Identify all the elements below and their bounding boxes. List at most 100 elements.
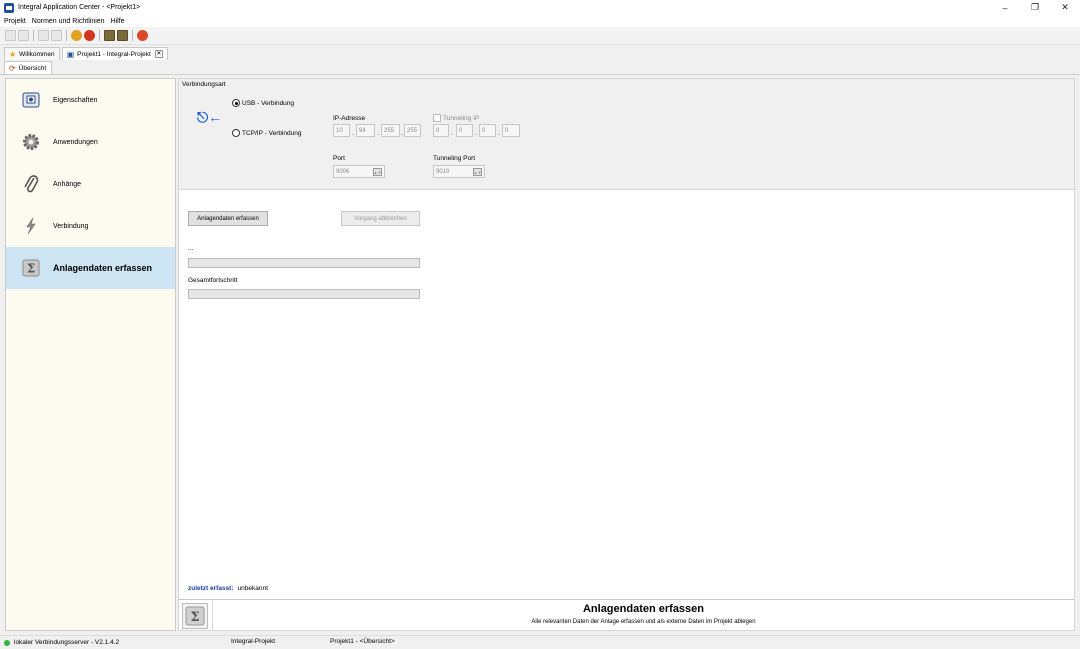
tunneling-ip-octet-3[interactable]: 0 [479,124,496,137]
sidebar: Eigenschaften Anwendungen Anhänge Verbin… [5,78,176,631]
tab-close-icon[interactable]: ✕ [154,50,163,58]
svg-text:Σ: Σ [27,262,35,276]
properties-icon [21,90,41,110]
sidebar-item-label: Eigenschaften [53,96,98,104]
last-captured-value: unbekannt [237,585,268,592]
sidebar-item-anwendungen[interactable]: Anwendungen [6,121,175,163]
connection-group: Verbindungsart ⎋← USB - Verbindung TCP/I… [179,79,1074,190]
star-icon: ★ [9,49,17,59]
toolbar-separator [66,30,67,41]
import-icon[interactable] [38,30,49,41]
total-progress-bar [188,289,420,299]
save-icon[interactable] [104,30,115,41]
ip-dot: . [451,128,454,137]
tunneling-ip-octet-1[interactable]: 0 [433,124,449,137]
status-view: Projekt1 - <Übersicht> [330,638,395,645]
sigma-icon: Σ [182,603,208,629]
tab-uebersicht[interactable]: ⟳ Übersicht [4,61,53,74]
tab-projekt1[interactable]: ▣ Projekt1 - Integral-Projekt ✕ [61,47,168,60]
gear-icon [21,132,41,152]
svg-text:Σ: Σ [190,610,199,625]
ip-dot: . [352,128,355,137]
ip-octet-2[interactable]: 94 [356,124,375,137]
toolbar-separator [99,30,100,41]
toolbar-separator [132,30,133,41]
export-icon[interactable] [51,30,62,41]
ip-octet-4[interactable]: 255 [404,124,421,137]
app-icon [4,2,14,13]
window-controls: – ❐ ✕ [990,0,1080,15]
sidebar-item-label: Anhänge [53,180,82,188]
view-tabs: ⟳ Übersicht [0,61,1080,75]
usb-radio[interactable]: USB - Verbindung [232,99,294,107]
sidebar-item-eigenschaften[interactable]: Eigenschaften [6,79,175,121]
group-title: Verbindungsart [182,81,226,88]
toolbar [0,27,1080,45]
restore-button[interactable]: ❐ [1020,0,1050,15]
tcp-radio-label: TCP/IP - Verbindung [242,129,302,137]
menu-projekt[interactable]: Projekt [4,18,26,25]
tab-willkommen[interactable]: ★ Willkommen [4,47,60,60]
warning-icon[interactable] [71,30,82,41]
capture-button[interactable]: Anlagendaten erfassen [188,211,268,226]
radio-dot [232,99,240,107]
menu-hilfe[interactable]: Hilfe [111,18,125,25]
radio-dot [232,129,240,137]
title-bar: Integral Application Center - <Projekt1>… [0,0,1080,15]
sidebar-item-label: Anwendungen [53,138,98,146]
step-progress-label: ... [188,245,194,252]
tab-label: Willkommen [19,50,55,58]
port-value: 9006 [336,168,350,175]
cancel-button[interactable]: Vorgang abbrechen [341,211,420,226]
sidebar-item-verbindung[interactable]: Verbindung [6,205,175,247]
info-banner: Σ Anlagendaten erfassen Alle relevanten … [179,599,1074,631]
open-icon[interactable] [18,30,29,41]
tunneling-ip-checkbox[interactable] [433,114,441,122]
banner-subtitle: Alle relevanten Daten der Anlage erfasse… [531,619,756,625]
tunneling-port-label: Tunneling Port [433,155,476,162]
minimize-button[interactable]: – [990,0,1020,15]
tunneling-port-stepper[interactable]: 9010 ▲▼ [433,165,485,178]
port-stepper[interactable]: 9006 ▲▼ [333,165,385,178]
window-title: Integral Application Center - <Projekt1> [18,4,141,11]
sidebar-item-label: Verbindung [53,222,89,230]
status-bar: lokaler Verbindungsserver - V2.1.4.2 Int… [0,635,1080,649]
main-panel: Verbindungsart ⎋← USB - Verbindung TCP/I… [178,78,1075,631]
tunneling-ip-octet-2[interactable]: 0 [456,124,473,137]
stop-icon[interactable] [84,30,95,41]
total-progress-label: Gesamtfortschritt [188,277,238,284]
toolbar-separator [33,30,34,41]
tunneling-port-value: 9010 [436,168,450,175]
sidebar-item-anhaenge[interactable]: Anhänge [6,163,175,205]
tab-label: Projekt1 - Integral-Projekt [77,50,151,58]
tcp-radio[interactable]: TCP/IP - Verbindung [232,129,302,137]
sigma-icon: Σ [21,258,41,278]
save-all-icon[interactable] [117,30,128,41]
ip-dot: . [498,128,501,137]
server-status: lokaler Verbindungsserver - V2.1.4.2 [14,639,120,646]
lightning-icon [21,216,41,236]
ip-dot: . [401,128,404,137]
sidebar-item-anlagendaten[interactable]: Σ Anlagendaten erfassen [6,247,175,289]
menu-normen[interactable]: Normen und Richtlinien [32,18,105,25]
overview-icon: ⟳ [9,63,16,73]
step-progress-bar [188,258,420,268]
document-tabs: ★ Willkommen ▣ Projekt1 - Integral-Proje… [0,46,1080,60]
ip-dot: . [377,128,380,137]
usb-icon: ⎋← [197,109,223,125]
tunneling-ip-octet-4[interactable]: 0 [502,124,520,137]
menu-bar: Projekt Normen und Richtlinien Hilfe [0,15,1080,27]
refresh-icon[interactable] [137,30,148,41]
banner-title: Anlagendaten erfassen [582,603,705,615]
close-button[interactable]: ✕ [1050,0,1080,15]
ip-label: IP-Adresse [333,115,366,122]
ip-octet-3[interactable]: 255 [381,124,400,137]
ip-octet-1[interactable]: 10 [333,124,350,137]
tunneling-ip-label: Tunneling IP [443,115,480,122]
project-icon: ▣ [66,49,75,59]
spin-arrows-icon[interactable]: ▲▼ [373,168,382,176]
spin-arrows-icon[interactable]: ▲▼ [473,168,482,176]
ip-dot: . [475,128,478,137]
new-icon[interactable] [5,30,16,41]
sidebar-item-label: Anlagendaten erfassen [53,263,153,273]
